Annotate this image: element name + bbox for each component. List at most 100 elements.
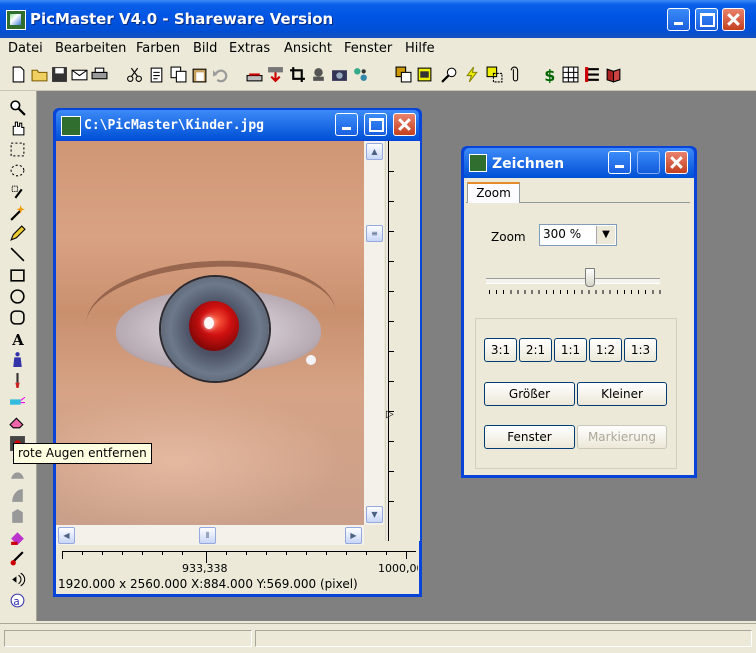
scroll-left-button[interactable]: ◀: [58, 527, 75, 544]
rect-select-icon[interactable]: [9, 141, 26, 158]
clipboard-icon[interactable]: [191, 66, 208, 83]
menu-bild[interactable]: Bild: [193, 39, 217, 59]
draw-window-title-bar[interactable]: Zeichnen: [464, 148, 694, 178]
vertical-scrollbar[interactable]: ▲ ≡ ▼: [364, 141, 384, 525]
wand-icon[interactable]: [9, 204, 26, 221]
line-icon[interactable]: [9, 246, 26, 263]
undo-icon[interactable]: [212, 66, 229, 83]
maximize-button[interactable]: [695, 8, 718, 31]
zoom-icon[interactable]: [441, 66, 458, 83]
copy-icon[interactable]: [170, 66, 187, 83]
lasso-icon[interactable]: [9, 162, 26, 179]
tab-zoom[interactable]: Zoom: [467, 182, 520, 203]
zoom-select-value: 300 %: [543, 227, 582, 241]
zoom-slider-thumb[interactable]: [585, 268, 596, 287]
horizontal-scrollbar[interactable]: ◀ ⦀ ▶: [56, 525, 364, 545]
pattern-icon[interactable]: [352, 66, 369, 83]
ruler-marker: ▷: [386, 409, 394, 420]
rounded-rect-icon[interactable]: [9, 309, 26, 326]
zoom-1-3-button[interactable]: 1:3: [624, 338, 657, 362]
image-icon: [61, 116, 81, 136]
print-preview-icon[interactable]: [416, 66, 433, 83]
window-button[interactable]: Fenster: [484, 425, 575, 449]
image-window[interactable]: C:\PicMaster\Kinder.jpg ▲ ≡ ▼ ▷ ◀ ⦀ ▶ 93…: [53, 108, 422, 597]
zoom-1-2-button[interactable]: 1:2: [589, 338, 622, 362]
stamp-icon[interactable]: [310, 66, 327, 83]
color-replace-icon[interactable]: [9, 550, 26, 567]
paperclip-icon[interactable]: [507, 66, 524, 83]
blur-icon[interactable]: [9, 487, 26, 504]
hand-icon[interactable]: [9, 120, 26, 137]
save-icon[interactable]: [51, 66, 68, 83]
sharpen-icon[interactable]: [9, 508, 26, 525]
new-file-icon[interactable]: [10, 66, 27, 83]
paste-icon[interactable]: [148, 66, 165, 83]
grid-icon[interactable]: [562, 66, 579, 83]
menu-ansicht[interactable]: Ansicht: [284, 39, 332, 59]
pencil-icon[interactable]: [9, 225, 26, 242]
menu-datei[interactable]: Datei: [8, 39, 43, 59]
menu-farben[interactable]: Farben: [136, 39, 180, 59]
zoom-2-1-button[interactable]: 2:1: [519, 338, 552, 362]
minimize-button[interactable]: [667, 8, 690, 31]
draw-close-button[interactable]: [665, 151, 688, 174]
image-window-title-bar[interactable]: C:\PicMaster\Kinder.jpg: [56, 110, 419, 140]
zoom-1-1-button[interactable]: 1:1: [554, 338, 587, 362]
scan-icon[interactable]: [246, 66, 263, 83]
zoom-select[interactable]: 300 % ▼: [539, 224, 617, 246]
rectangle-icon[interactable]: [9, 267, 26, 284]
airbrush-icon[interactable]: [9, 393, 26, 410]
photo-canvas[interactable]: [56, 141, 364, 525]
frames-icon[interactable]: [395, 66, 412, 83]
crop-icon[interactable]: [289, 66, 306, 83]
cut-icon[interactable]: [126, 66, 143, 83]
vertical-scroll-thumb[interactable]: ≡: [366, 225, 383, 242]
status-bar: [0, 623, 756, 653]
text-icon[interactable]: A: [9, 330, 26, 347]
toolbox: A a: [0, 91, 37, 621]
menu-bearbeiten[interactable]: Bearbeiten: [55, 39, 126, 59]
menu-extras[interactable]: Extras: [229, 39, 270, 59]
draw-minimize-button[interactable]: [608, 151, 631, 174]
chevron-down-icon[interactable]: ▼: [596, 226, 615, 244]
lightning-icon[interactable]: [464, 66, 481, 83]
bigger-button[interactable]: Größer: [484, 382, 575, 406]
open-folder-icon[interactable]: [31, 66, 48, 83]
draw-window[interactable]: Zeichnen Zoom Zoom 300 % ▼ 3:1 2:1 1:1 1…: [461, 146, 697, 478]
ruler-value-left: 933,338: [182, 562, 228, 575]
zoom-slider-track[interactable]: [486, 278, 660, 284]
book-icon[interactable]: [605, 66, 622, 83]
dropper-icon[interactable]: [9, 571, 26, 588]
selection-icon[interactable]: [486, 66, 503, 83]
close-button[interactable]: [722, 8, 745, 31]
camera-icon[interactable]: [331, 66, 348, 83]
image-close-button[interactable]: [393, 113, 416, 136]
spray-icon[interactable]: a: [9, 592, 26, 609]
horizontal-scroll-thumb[interactable]: ⦀: [199, 527, 216, 544]
toolbar: $: [0, 60, 756, 91]
mail-icon[interactable]: [71, 66, 88, 83]
ellipse-icon[interactable]: [9, 288, 26, 305]
import-icon[interactable]: [267, 66, 284, 83]
scroll-down-button[interactable]: ▼: [366, 506, 383, 523]
dollar-icon[interactable]: $: [541, 66, 558, 83]
scroll-up-button[interactable]: ▲: [366, 143, 383, 160]
eraser-icon[interactable]: [9, 414, 26, 431]
magic-wand-icon[interactable]: [9, 183, 26, 200]
draw-window-client: Zoom Zoom 300 % ▼ 3:1 2:1 1:1 1:2 1:3 Gr…: [464, 178, 694, 475]
image-maximize-button[interactable]: [364, 113, 387, 136]
draw-window-title: Zeichnen: [492, 156, 565, 172]
magnifier-icon[interactable]: [9, 99, 26, 116]
smaller-button[interactable]: Kleiner: [577, 382, 667, 406]
image-minimize-button[interactable]: [335, 113, 358, 136]
brush-icon[interactable]: [9, 372, 26, 389]
properties-icon[interactable]: [584, 66, 601, 83]
print-icon[interactable]: [91, 66, 108, 83]
menu-fenster[interactable]: Fenster: [344, 39, 392, 59]
clone-icon[interactable]: [9, 529, 26, 546]
scroll-right-button[interactable]: ▶: [345, 527, 362, 544]
main-title-bar[interactable]: PicMaster V4.0 - Shareware Version: [0, 0, 756, 38]
fill-icon[interactable]: [9, 351, 26, 368]
menu-hilfe[interactable]: Hilfe: [405, 39, 435, 59]
zoom-3-1-button[interactable]: 3:1: [484, 338, 517, 362]
